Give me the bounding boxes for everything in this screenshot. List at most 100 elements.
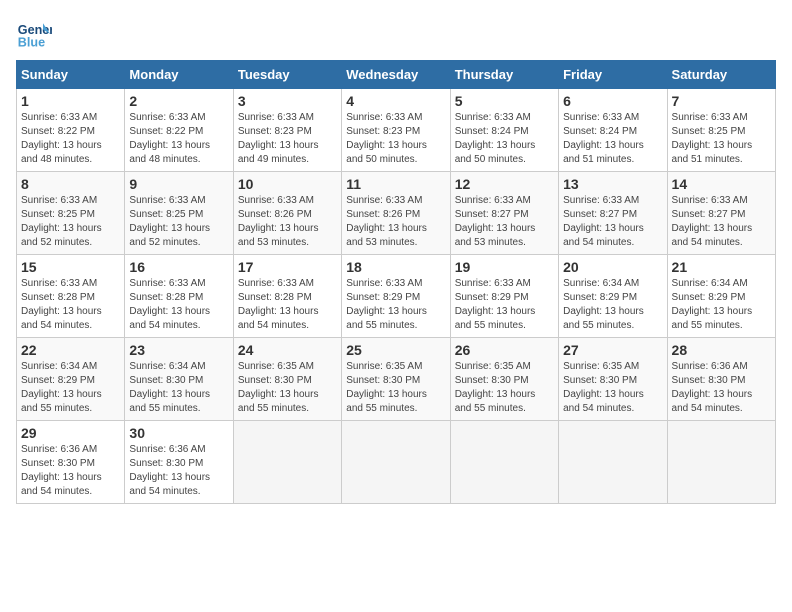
day-detail: Sunrise: 6:33 AMSunset: 8:26 PMDaylight:…	[238, 194, 337, 250]
logo: General Blue	[16, 16, 56, 52]
day-number: 13	[563, 176, 662, 192]
day-detail: Sunrise: 6:34 AMSunset: 8:29 PMDaylight:…	[672, 277, 771, 333]
day-number: 24	[238, 342, 337, 358]
calendar-cell: 30 Sunrise: 6:36 AMSunset: 8:30 PMDayligh…	[125, 421, 233, 504]
calendar-cell: 26 Sunrise: 6:35 AMSunset: 8:30 PMDayligh…	[450, 338, 558, 421]
calendar-cell: 7 Sunrise: 6:33 AMSunset: 8:25 PMDaylight…	[667, 89, 775, 172]
day-detail: Sunrise: 6:35 AMSunset: 8:30 PMDaylight:…	[238, 360, 337, 416]
day-detail: Sunrise: 6:33 AMSunset: 8:23 PMDaylight:…	[238, 111, 337, 167]
calendar-week-1: 1 Sunrise: 6:33 AMSunset: 8:22 PMDaylight…	[17, 89, 776, 172]
day-number: 5	[455, 93, 554, 109]
calendar-week-3: 15 Sunrise: 6:33 AMSunset: 8:28 PMDayligh…	[17, 255, 776, 338]
day-number: 12	[455, 176, 554, 192]
day-detail: Sunrise: 6:33 AMSunset: 8:28 PMDaylight:…	[21, 277, 120, 333]
weekday-header-row: SundayMondayTuesdayWednesdayThursdayFrid…	[17, 61, 776, 89]
calendar-week-5: 29 Sunrise: 6:36 AMSunset: 8:30 PMDayligh…	[17, 421, 776, 504]
calendar-cell: 23 Sunrise: 6:34 AMSunset: 8:30 PMDayligh…	[125, 338, 233, 421]
day-detail: Sunrise: 6:33 AMSunset: 8:25 PMDaylight:…	[672, 111, 771, 167]
day-number: 15	[21, 259, 120, 275]
day-detail: Sunrise: 6:34 AMSunset: 8:30 PMDaylight:…	[129, 360, 228, 416]
calendar-cell: 8Sunrise: 6:33 AMSunset: 8:25 PMDaylight…	[17, 172, 125, 255]
day-detail: Sunrise: 6:33 AMSunset: 8:24 PMDaylight:…	[563, 111, 662, 167]
calendar-cell: 10 Sunrise: 6:33 AMSunset: 8:26 PMDayligh…	[233, 172, 341, 255]
calendar-cell	[342, 421, 450, 504]
day-detail: Sunrise: 6:36 AMSunset: 8:30 PMDaylight:…	[672, 360, 771, 416]
day-detail: Sunrise: 6:33 AMSunset: 8:28 PMDaylight:…	[129, 277, 228, 333]
day-detail: Sunrise: 6:33 AMSunset: 8:27 PMDaylight:…	[563, 194, 662, 250]
calendar-cell: 28Sunrise: 6:36 AMSunset: 8:30 PMDayligh…	[667, 338, 775, 421]
calendar-cell: 4Sunrise: 6:33 AMSunset: 8:23 PMDaylight…	[342, 89, 450, 172]
day-detail: Sunrise: 6:33 AMSunset: 8:22 PMDaylight:…	[21, 111, 120, 167]
day-detail: Sunrise: 6:33 AMSunset: 8:26 PMDaylight:…	[346, 194, 445, 250]
day-number: 7	[672, 93, 771, 109]
calendar-cell: 2Sunrise: 6:33 AMSunset: 8:22 PMDaylight…	[125, 89, 233, 172]
calendar-cell: 1 Sunrise: 6:33 AMSunset: 8:22 PMDaylight…	[17, 89, 125, 172]
day-number: 8	[21, 176, 120, 192]
day-number: 9	[129, 176, 228, 192]
day-detail: Sunrise: 6:33 AMSunset: 8:24 PMDaylight:…	[455, 111, 554, 167]
header: General Blue	[16, 16, 776, 52]
day-number: 30	[129, 425, 228, 441]
day-detail: Sunrise: 6:33 AMSunset: 8:27 PMDaylight:…	[672, 194, 771, 250]
calendar-cell: 14 Sunrise: 6:33 AMSunset: 8:27 PMDayligh…	[667, 172, 775, 255]
calendar-week-2: 8 Sunrise: 6:33 AMSunset: 8:25 PMDaylight…	[17, 172, 776, 255]
calendar-cell	[667, 421, 775, 504]
calendar-cell: 17 Sunrise: 6:33 AMSunset: 8:28 PMDayligh…	[233, 255, 341, 338]
calendar-cell: 21Sunrise: 6:34 AMSunset: 8:29 PMDayligh…	[667, 255, 775, 338]
day-number: 1	[21, 93, 120, 109]
day-number: 3	[238, 93, 337, 109]
day-number: 23	[129, 342, 228, 358]
calendar-cell: 24 Sunrise: 6:35 AMSunset: 8:30 PMDayligh…	[233, 338, 341, 421]
day-number: 20	[563, 259, 662, 275]
day-number: 27	[563, 342, 662, 358]
day-number: 17	[238, 259, 337, 275]
weekday-header-tuesday: Tuesday	[233, 61, 341, 89]
calendar-table: SundayMondayTuesdayWednesdayThursdayFrid…	[16, 60, 776, 504]
weekday-header-wednesday: Wednesday	[342, 61, 450, 89]
day-number: 2	[129, 93, 228, 109]
calendar-cell: 13 Sunrise: 6:33 AMSunset: 8:27 PMDayligh…	[559, 172, 667, 255]
calendar-cell: 18Sunrise: 6:33 AMSunset: 8:29 PMDayligh…	[342, 255, 450, 338]
calendar-cell	[450, 421, 558, 504]
calendar-week-4: 22Sunrise: 6:34 AMSunset: 8:29 PMDayligh…	[17, 338, 776, 421]
weekday-header-friday: Friday	[559, 61, 667, 89]
calendar-cell: 25 Sunrise: 6:35 AMSunset: 8:30 PMDayligh…	[342, 338, 450, 421]
weekday-header-thursday: Thursday	[450, 61, 558, 89]
calendar-cell: 19Sunrise: 6:33 AMSunset: 8:29 PMDayligh…	[450, 255, 558, 338]
day-detail: Sunrise: 6:35 AMSunset: 8:30 PMDaylight:…	[455, 360, 554, 416]
logo-icon: General Blue	[16, 16, 52, 52]
day-detail: Sunrise: 6:35 AMSunset: 8:30 PMDaylight:…	[563, 360, 662, 416]
day-number: 26	[455, 342, 554, 358]
day-number: 4	[346, 93, 445, 109]
day-number: 10	[238, 176, 337, 192]
day-detail: Sunrise: 6:36 AMSunset: 8:30 PMDaylight:…	[129, 443, 228, 499]
calendar-cell: 15 Sunrise: 6:33 AMSunset: 8:28 PMDayligh…	[17, 255, 125, 338]
day-detail: Sunrise: 6:33 AMSunset: 8:27 PMDaylight:…	[455, 194, 554, 250]
day-detail: Sunrise: 6:33 AMSunset: 8:28 PMDaylight:…	[238, 277, 337, 333]
calendar-cell: 29Sunrise: 6:36 AMSunset: 8:30 PMDayligh…	[17, 421, 125, 504]
calendar-cell	[233, 421, 341, 504]
weekday-header-sunday: Sunday	[17, 61, 125, 89]
day-number: 22	[21, 342, 120, 358]
day-detail: Sunrise: 6:35 AMSunset: 8:30 PMDaylight:…	[346, 360, 445, 416]
day-detail: Sunrise: 6:34 AMSunset: 8:29 PMDaylight:…	[563, 277, 662, 333]
svg-text:Blue: Blue	[18, 36, 45, 50]
calendar-cell: 22Sunrise: 6:34 AMSunset: 8:29 PMDayligh…	[17, 338, 125, 421]
day-number: 29	[21, 425, 120, 441]
calendar-cell: 5 Sunrise: 6:33 AMSunset: 8:24 PMDaylight…	[450, 89, 558, 172]
day-detail: Sunrise: 6:33 AMSunset: 8:29 PMDaylight:…	[455, 277, 554, 333]
calendar-cell: 20 Sunrise: 6:34 AMSunset: 8:29 PMDayligh…	[559, 255, 667, 338]
calendar-cell: 9 Sunrise: 6:33 AMSunset: 8:25 PMDaylight…	[125, 172, 233, 255]
weekday-header-monday: Monday	[125, 61, 233, 89]
calendar-cell: 6 Sunrise: 6:33 AMSunset: 8:24 PMDaylight…	[559, 89, 667, 172]
calendar-cell: 12 Sunrise: 6:33 AMSunset: 8:27 PMDayligh…	[450, 172, 558, 255]
day-number: 14	[672, 176, 771, 192]
day-detail: Sunrise: 6:33 AMSunset: 8:25 PMDaylight:…	[129, 194, 228, 250]
day-number: 11	[346, 176, 445, 192]
calendar-cell: 3 Sunrise: 6:33 AMSunset: 8:23 PMDaylight…	[233, 89, 341, 172]
day-number: 18	[346, 259, 445, 275]
calendar-cell: 27 Sunrise: 6:35 AMSunset: 8:30 PMDayligh…	[559, 338, 667, 421]
day-number: 6	[563, 93, 662, 109]
day-number: 25	[346, 342, 445, 358]
calendar-cell	[559, 421, 667, 504]
